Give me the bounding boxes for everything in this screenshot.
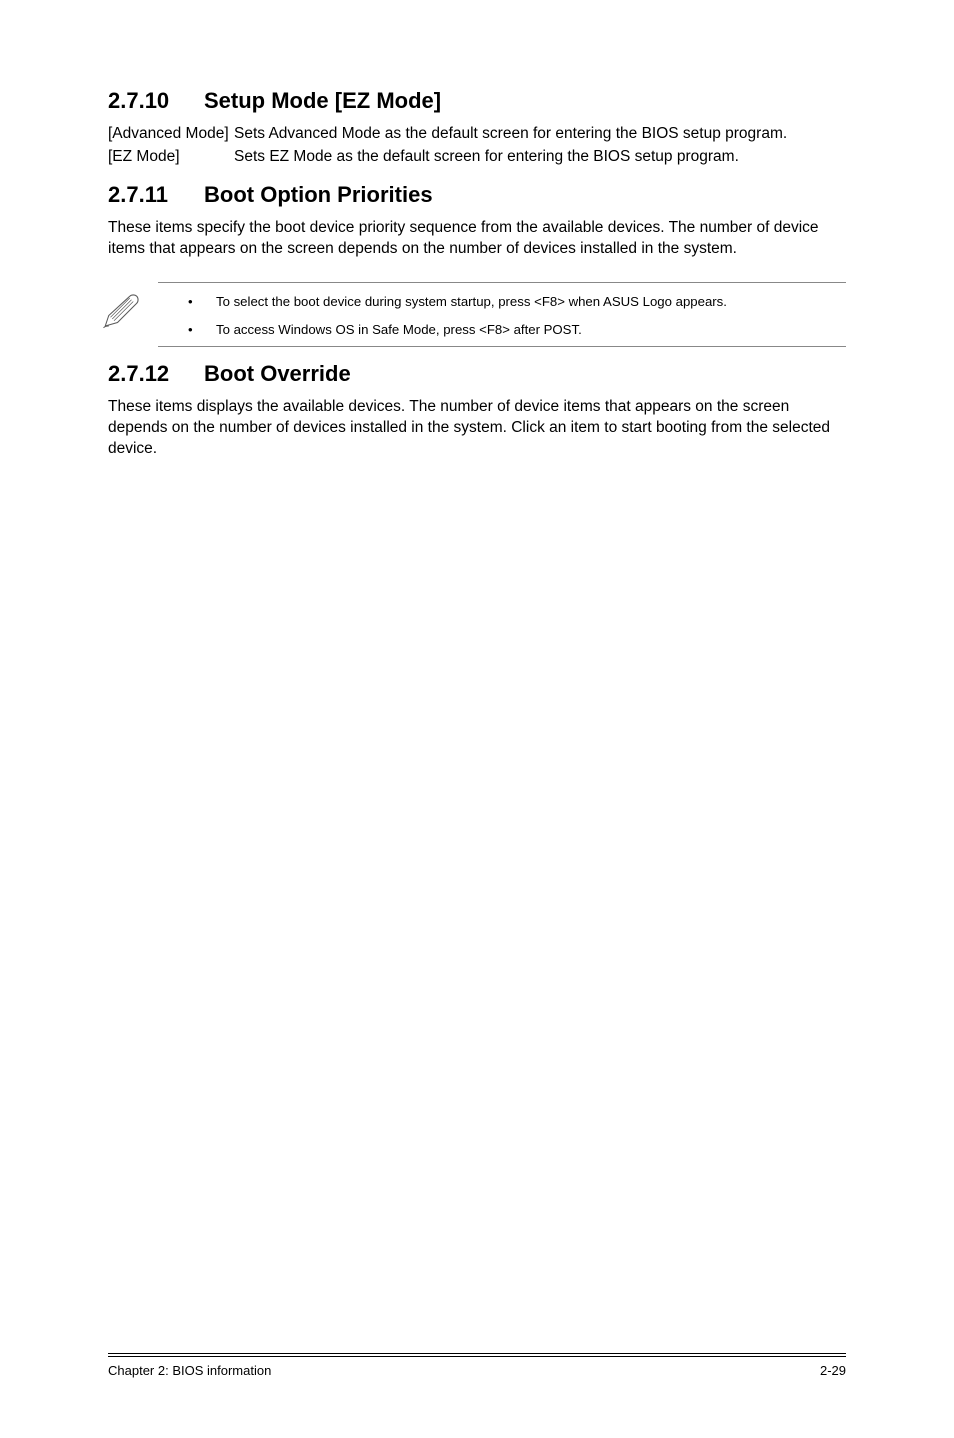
footer-chapter: Chapter 2: BIOS information [108, 1363, 271, 1378]
footer-rule [108, 1356, 846, 1357]
note-block: To select the boot device during system … [158, 282, 846, 348]
section-title: Boot Option Priorities [204, 182, 433, 208]
section-number: 2.7.11 [108, 182, 204, 208]
note-item: To access Windows OS in Safe Mode, press… [216, 321, 846, 339]
section-heading-boot-priorities: 2.7.11 Boot Option Priorities [108, 182, 846, 208]
section-title: Boot Override [204, 361, 351, 387]
page-footer: Chapter 2: BIOS information 2-29 [108, 1353, 846, 1378]
definition-description: Sets EZ Mode as the default screen for e… [234, 147, 846, 168]
note-item: To select the boot device during system … [216, 293, 846, 311]
section-body: These items displays the available devic… [108, 397, 846, 460]
footer-page-number: 2-29 [820, 1363, 846, 1378]
pen-note-icon [100, 291, 142, 333]
note-list: To select the boot device during system … [158, 293, 846, 339]
definition-term: [Advanced Mode] [108, 124, 234, 145]
section-title: Setup Mode [EZ Mode] [204, 88, 441, 114]
section-number: 2.7.12 [108, 361, 204, 387]
definition-row: [EZ Mode] Sets EZ Mode as the default sc… [108, 147, 846, 168]
section-number: 2.7.10 [108, 88, 204, 114]
footer-rule [108, 1353, 846, 1354]
section-body: These items specify the boot device prio… [108, 218, 846, 260]
section-heading-boot-override: 2.7.12 Boot Override [108, 361, 846, 387]
definition-description: Sets Advanced Mode as the default screen… [234, 124, 846, 145]
section-heading-setup-mode: 2.7.10 Setup Mode [EZ Mode] [108, 88, 846, 114]
definition-row: [Advanced Mode] Sets Advanced Mode as th… [108, 124, 846, 145]
definition-term: [EZ Mode] [108, 147, 234, 168]
